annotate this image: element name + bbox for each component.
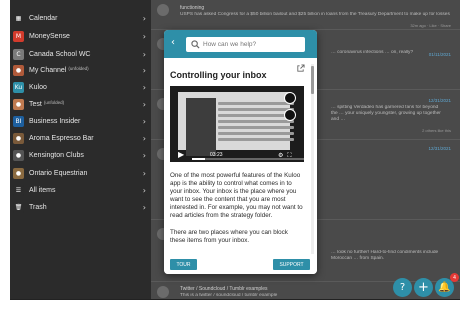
sidebar-item[interactable]: ☰ All items › [10,182,151,198]
plus-icon: + [418,280,429,295]
post-body: … spitting Verdadeo has garnered fans fo… [331,105,441,122]
sidebar-item[interactable]: ● Test (unfolded) › [10,96,151,112]
post-meta: 2 others like this [422,128,451,133]
sidebar-item-label: MoneySense [29,32,70,40]
sidebar-item[interactable]: 🗑 Trash › [10,199,151,215]
modal-scrollbar[interactable] [311,64,314,258]
clock-icon [284,92,296,104]
bell-icon: 🔔 [438,282,451,293]
chevron-right-icon: › [142,99,146,109]
sidebar-item[interactable]: M MoneySense › [10,28,151,44]
tour-button[interactable]: TOUR [170,259,197,270]
sidebar-item-label: Trash [29,203,47,211]
sidebar-item-label: Kensington Clubs [29,151,84,159]
sidebar-item-label: My Channel (unfolded) [29,66,89,74]
sidebar: ▦ Calendar › M MoneySense › C Canada School WC ›… [10,0,151,299]
sidebar-item[interactable]: Ku Kuloo › [10,79,151,95]
chevron-right-icon: › [142,31,146,41]
article-title: Controlling your inbox [170,70,267,80]
chevron-right-icon: › [142,202,146,212]
post-title: functioning [180,5,205,11]
test-avatar-icon: ● [13,98,24,110]
sidebar-item[interactable]: C Canada School WC › [10,46,151,62]
video-frame [178,92,294,156]
all-items-icon: ☰ [13,184,24,196]
video-settings-icon[interactable]: ⚙ ⛶ [278,152,293,160]
my-channel-avatar-icon: ● [13,64,24,76]
external-link-icon[interactable] [296,64,305,73]
post-title: Twitter / Soundcloud / Tumblr examples [180,286,268,292]
chevron-right-icon: › [142,185,146,195]
article-paragraph: One of the most powerful features of the… [170,172,303,220]
sidebar-item[interactable]: ▦ Calendar › [10,10,151,26]
canada-school-icon: C [13,48,24,60]
aroma-espresso-icon: ● [13,132,24,144]
chevron-right-icon: › [142,133,146,143]
notification-badge: 4 [450,273,459,282]
kensington-icon: ● [13,149,24,161]
video-progress-fill [192,158,206,160]
post-avatar [157,4,169,16]
feed-post[interactable]: functioning USPS has asked Congress for … [151,0,460,30]
kuloo-logo-icon: Ku [13,81,24,93]
trash-icon: 🗑 [13,201,24,213]
sidebar-item[interactable]: BI Business Insider › [10,113,151,129]
chevron-right-icon: › [142,82,146,92]
search-box[interactable] [186,37,305,52]
video-player[interactable]: ▶ 03:23 ⚙ ⛶ [170,86,304,162]
search-input[interactable] [203,38,302,51]
help-button[interactable]: ? [393,278,412,297]
post-date: 12/31/2021 [428,146,451,151]
chevron-right-icon: › [142,13,146,23]
sidebar-item-label: Test (unfolded) [29,100,65,108]
search-icon [191,40,200,49]
sidebar-item[interactable]: ● My Channel (unfolded) › [10,62,151,78]
post-avatar [157,286,169,298]
help-modal: ‹ Controlling your inbox ▶ 03:23 ⚙ ⛶ [164,30,317,274]
ontario-equestrian-icon: ● [13,167,24,179]
modal-header: ‹ [164,30,317,58]
sidebar-item-label: Canada School WC [29,50,91,58]
sidebar-item-label: Calendar [29,14,58,22]
sidebar-item-label: Business Insider [29,117,81,125]
chevron-right-icon: › [142,150,146,160]
chevron-right-icon: › [142,49,146,59]
sidebar-item[interactable]: ● Aroma Espresso Bar › [10,130,151,146]
sidebar-item-label: Ontario Equestrian [29,169,88,177]
sidebar-item-label: Aroma Espresso Bar [29,134,94,142]
play-icon[interactable]: ▶ [178,150,184,159]
business-insider-icon: BI [13,115,24,127]
video-frame-sidebar [186,98,216,156]
article-body: One of the most powerful features of the… [170,172,304,253]
sidebar-item-label: All items [29,186,56,194]
chevron-right-icon: › [142,65,146,75]
post-body: … look no further! Hard-to-find condimen… [331,250,439,261]
post-meta: 32m ago · Like · Share [410,23,451,28]
sidebar-item[interactable]: ● Kensington Clubs › [10,147,151,163]
moneysense-logo-icon: M [13,30,24,42]
sidebar-item[interactable]: ● Ontario Equestrian › [10,165,151,181]
scrollbar-thumb[interactable] [311,66,314,94]
article-paragraph: There are two places where you can block… [170,228,288,244]
sidebar-item-label: Kuloo [29,83,47,91]
support-button[interactable]: SUPPORT [273,259,310,270]
send-icon [284,109,296,121]
back-chevron-icon[interactable]: ‹ [171,38,175,48]
calendar-icon: ▦ [13,12,24,24]
question-icon: ? [399,282,406,293]
add-button[interactable]: + [414,278,433,297]
chevron-right-icon: › [142,168,146,178]
chevron-right-icon: › [142,116,146,126]
post-date: 12/31/2021 [428,98,451,103]
post-body: This is a twitter / soundcloud / tumblr … [180,293,278,298]
modal-footer: TOUR SUPPORT [164,254,317,274]
video-frame-list [218,102,294,152]
post-body: … coronavirus infections … on, really? [331,50,414,55]
